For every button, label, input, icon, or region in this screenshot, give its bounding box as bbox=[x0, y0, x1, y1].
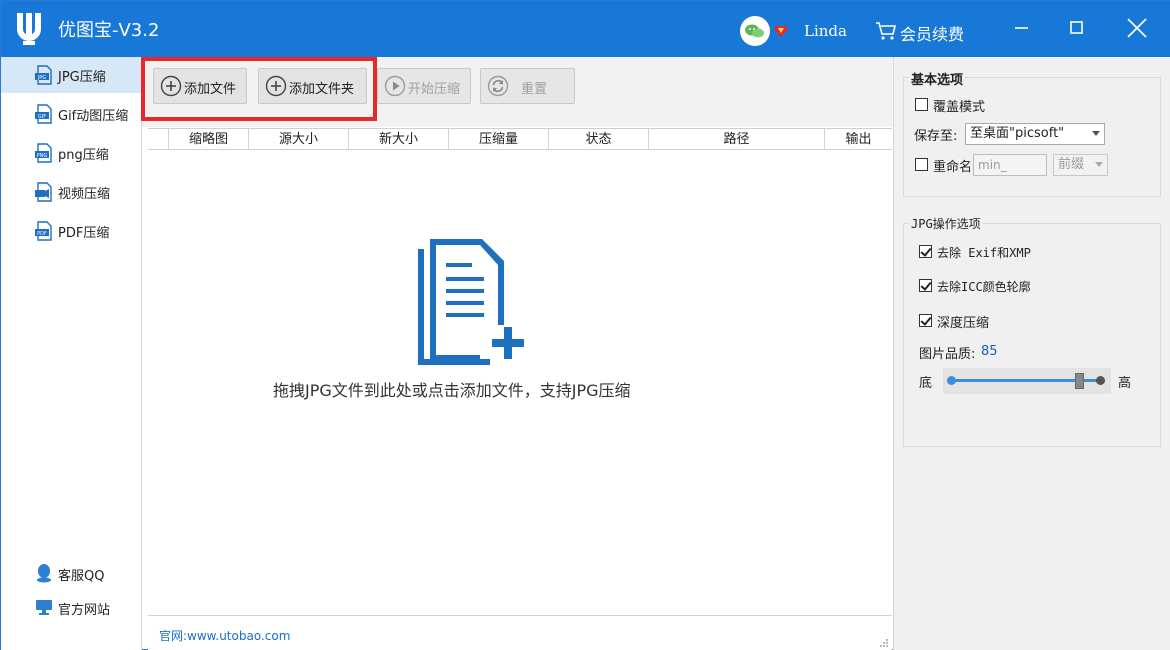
resize-grip-icon[interactable] bbox=[879, 638, 889, 648]
rename-checkbox[interactable] bbox=[915, 158, 928, 171]
deep-compress-checkbox[interactable] bbox=[919, 314, 932, 327]
column-header-path[interactable]: 路径 bbox=[648, 129, 824, 150]
column-header-source-size[interactable]: 源大小 bbox=[248, 129, 348, 150]
slider-end-dot bbox=[1096, 376, 1105, 385]
highlight-box bbox=[141, 57, 377, 121]
deep-compress-label: 深度压缩 bbox=[937, 316, 990, 331]
sidebar: JPG JPG压缩 GIF Gif动图压缩 PNG png压缩 视频压缩 PDF… bbox=[1, 57, 142, 650]
rename-input[interactable]: min_ bbox=[973, 154, 1047, 176]
member-renew-link[interactable]: 会员续费 bbox=[900, 21, 964, 45]
website-link[interactable]: 官网:www.utobao.com bbox=[159, 627, 290, 644]
overwrite-mode-checkbox[interactable] bbox=[915, 98, 928, 111]
remove-icc-label: 去除ICC颜色轮廓 bbox=[937, 280, 1031, 294]
monitor-icon bbox=[36, 600, 52, 615]
save-to-value: 至桌面"picsoft" bbox=[970, 126, 1065, 141]
qq-icon bbox=[37, 564, 51, 583]
sidebar-item-jpg[interactable]: JPG JPG压缩 bbox=[1, 57, 142, 93]
quality-slider[interactable] bbox=[943, 368, 1111, 394]
slider-start-dot bbox=[947, 376, 956, 385]
quality-value: 85 bbox=[981, 344, 998, 359]
sidebar-item-label: PDF压缩 bbox=[58, 225, 110, 241]
png-file-icon: PNG bbox=[35, 143, 52, 163]
close-icon[interactable] bbox=[1120, 13, 1154, 43]
quality-high-label: 高 bbox=[1118, 376, 1132, 391]
reset-label: 重置 bbox=[521, 82, 548, 97]
sidebar-item-gif[interactable]: GIF Gif动图压缩 bbox=[1, 96, 142, 132]
file-drop-zone[interactable]: 拖拽JPG文件到此处或点击添加文件，支持JPG压缩 bbox=[148, 151, 892, 614]
add-document-icon bbox=[418, 239, 524, 365]
drop-zone-hint: 拖拽JPG文件到此处或点击添加文件，支持JPG压缩 bbox=[273, 381, 631, 400]
wechat-icon[interactable] bbox=[740, 16, 770, 46]
svg-text:PNG: PNG bbox=[37, 153, 48, 159]
remove-icc-checkbox[interactable] bbox=[919, 279, 932, 292]
svg-text:JPG: JPG bbox=[37, 75, 46, 81]
rename-label: 重命名 bbox=[933, 160, 973, 175]
app-logo-icon bbox=[17, 13, 41, 45]
slider-thumb[interactable] bbox=[1075, 373, 1084, 389]
title-bar: 优图宝-V3.2 Linda 会员续费 bbox=[1, 1, 1170, 57]
customer-service-qq-link[interactable]: 客服QQ bbox=[1, 559, 142, 587]
column-header-new-size[interactable]: 新大小 bbox=[348, 129, 448, 150]
remove-exif-checkbox[interactable] bbox=[919, 245, 932, 258]
prefix-select[interactable]: 前缀 bbox=[1053, 154, 1108, 176]
official-website-link[interactable]: 官方网站 bbox=[1, 593, 142, 621]
customer-service-label: 客服QQ bbox=[58, 569, 105, 584]
quality-low-label: 底 bbox=[919, 376, 933, 391]
column-header-output[interactable]: 输出 bbox=[824, 129, 892, 150]
pdf-file-icon: PDF bbox=[35, 221, 52, 241]
reset-button[interactable]: 重置 bbox=[480, 68, 575, 104]
official-website-label: 官方网站 bbox=[58, 603, 111, 618]
remove-exif-label: 去除 Exif和XMP bbox=[937, 246, 1031, 260]
svg-text:PDF: PDF bbox=[37, 231, 47, 237]
sidebar-item-label: png压缩 bbox=[58, 147, 109, 163]
sidebar-item-label: 视频压缩 bbox=[58, 186, 111, 202]
refresh-icon bbox=[487, 75, 509, 97]
play-icon bbox=[384, 75, 406, 97]
sidebar-item-label: JPG压缩 bbox=[58, 69, 106, 85]
start-compress-button[interactable]: 开始压缩 bbox=[377, 68, 471, 104]
maximize-icon[interactable] bbox=[1059, 13, 1093, 43]
overwrite-mode-label: 覆盖模式 bbox=[933, 100, 986, 115]
jpg-options-title: JPG操作选项 bbox=[909, 215, 983, 232]
app-title: 优图宝-V3.2 bbox=[58, 20, 160, 41]
chevron-down-icon bbox=[1092, 131, 1100, 136]
vip-diamond-icon bbox=[774, 26, 788, 37]
sidebar-item-label: Gif动图压缩 bbox=[58, 108, 129, 124]
sidebar-item-video[interactable]: 视频压缩 bbox=[1, 174, 142, 210]
basic-options-title: 基本选项 bbox=[909, 69, 966, 88]
save-to-label: 保存至: bbox=[914, 129, 958, 144]
gif-file-icon: GIF bbox=[35, 104, 52, 124]
column-header-thumbnail[interactable]: 缩略图 bbox=[168, 129, 248, 150]
start-compress-label: 开始压缩 bbox=[408, 82, 461, 97]
sidebar-item-png[interactable]: PNG png压缩 bbox=[1, 135, 142, 171]
sidebar-item-pdf[interactable]: PDF PDF压缩 bbox=[1, 213, 142, 249]
app-window: 优图宝-V3.2 Linda 会员续费 JPG JPG压缩 GIF Gif动图压… bbox=[0, 0, 1170, 650]
jpg-file-icon: JPG bbox=[35, 65, 52, 85]
file-table-header: 缩略图 源大小 新大小 压缩量 状态 路径 输出 bbox=[148, 128, 892, 150]
column-header-compression[interactable]: 压缩量 bbox=[448, 129, 548, 150]
status-bar: 官网:www.utobao.com bbox=[148, 615, 892, 650]
user-name[interactable]: Linda bbox=[804, 22, 847, 40]
minimize-icon[interactable] bbox=[1004, 13, 1038, 43]
svg-text:GIF: GIF bbox=[38, 114, 46, 120]
save-to-select[interactable]: 至桌面"picsoft" bbox=[965, 123, 1105, 145]
quality-label: 图片品质: bbox=[919, 347, 976, 362]
cart-icon[interactable] bbox=[875, 21, 897, 41]
prefix-value: 前缀 bbox=[1058, 157, 1085, 172]
chevron-down-icon bbox=[1095, 162, 1103, 167]
video-file-icon bbox=[35, 182, 52, 202]
column-header-status[interactable]: 状态 bbox=[548, 129, 648, 150]
